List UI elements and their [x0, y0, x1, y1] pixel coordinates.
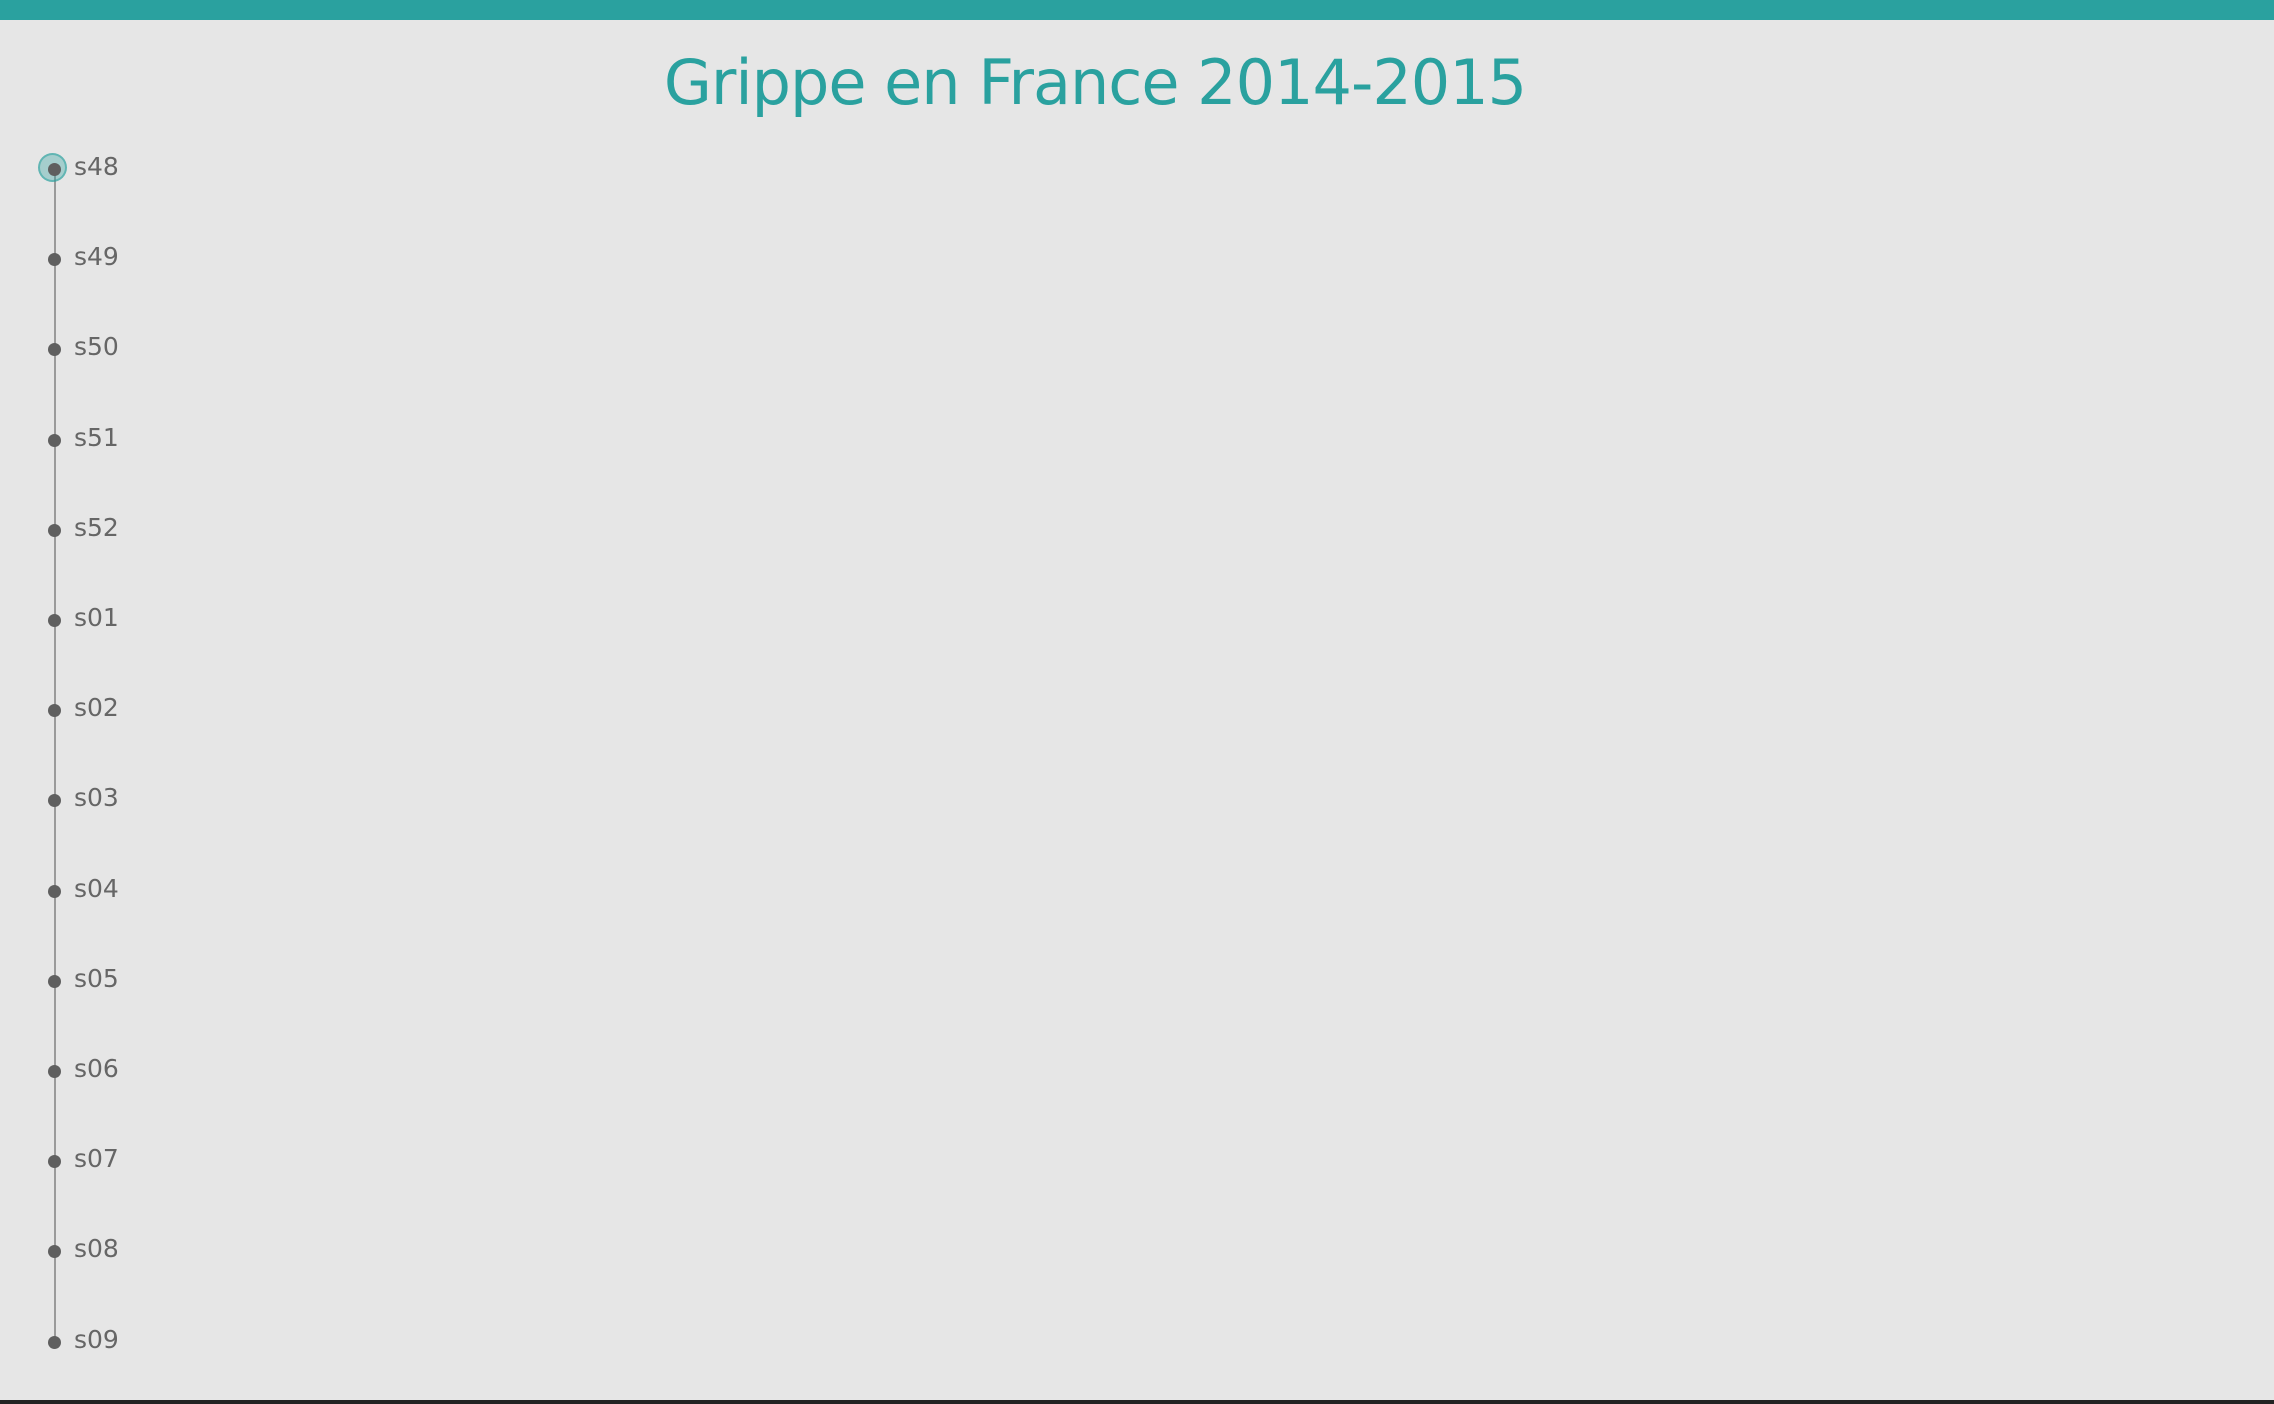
- week-item-s04[interactable]: s04: [30, 866, 230, 916]
- week-item-s05[interactable]: s05: [30, 956, 230, 1006]
- week-item-s02[interactable]: s02: [30, 685, 230, 735]
- week-label: s51: [74, 422, 119, 452]
- week-item-s49[interactable]: s49: [30, 234, 230, 284]
- week-label: s48: [74, 152, 119, 181]
- week-item-s51[interactable]: s51: [30, 415, 230, 465]
- week-timeline: s48 s49 s50 s51 s52 s01 s02 s03 s04 s05 s06 s07 s08 s…: [0, 0, 400, 1404]
- week-label: s03: [74, 783, 119, 813]
- week-label: s05: [74, 963, 119, 993]
- week-dot-icon[interactable]: [48, 253, 61, 267]
- week-item-s08[interactable]: s08: [30, 1226, 230, 1276]
- week-item-s48[interactable]: s48: [30, 144, 230, 194]
- week-label: s09: [74, 1324, 119, 1354]
- week-dot-icon[interactable]: [48, 614, 61, 627]
- bottom-border: [0, 1400, 2274, 1404]
- week-item-s07[interactable]: s07: [30, 1136, 230, 1186]
- week-label: s01: [74, 603, 119, 632]
- week-label: s52: [74, 512, 119, 542]
- week-dot-icon[interactable]: [48, 974, 61, 988]
- week-item-s03[interactable]: s03: [30, 775, 230, 825]
- week-item-s50[interactable]: s50: [30, 324, 230, 374]
- week-dot-icon[interactable]: [48, 794, 61, 808]
- week-dot-icon[interactable]: [48, 1245, 61, 1259]
- week-dot-icon[interactable]: [48, 523, 61, 537]
- week-dot-icon[interactable]: [48, 433, 61, 447]
- week-label: s04: [74, 873, 119, 903]
- week-dot-icon[interactable]: [48, 163, 61, 176]
- week-item-s01[interactable]: s01: [30, 595, 230, 645]
- week-dot-icon[interactable]: [48, 1155, 61, 1169]
- week-label: s07: [74, 1144, 119, 1174]
- week-label: s02: [74, 693, 119, 723]
- week-dot-icon[interactable]: [48, 343, 61, 357]
- week-dot-icon[interactable]: [48, 1335, 61, 1349]
- week-dot-icon[interactable]: [48, 884, 61, 898]
- week-dot-icon[interactable]: [48, 704, 61, 718]
- week-item-s52[interactable]: s52: [30, 505, 230, 555]
- week-item-s06[interactable]: s06: [30, 1046, 230, 1096]
- week-label: s06: [74, 1054, 119, 1083]
- week-label: s49: [74, 242, 119, 272]
- week-label: s08: [74, 1234, 119, 1264]
- week-label: s50: [74, 332, 119, 362]
- week-dot-icon[interactable]: [48, 1065, 61, 1078]
- week-item-s09[interactable]: s09: [30, 1317, 230, 1367]
